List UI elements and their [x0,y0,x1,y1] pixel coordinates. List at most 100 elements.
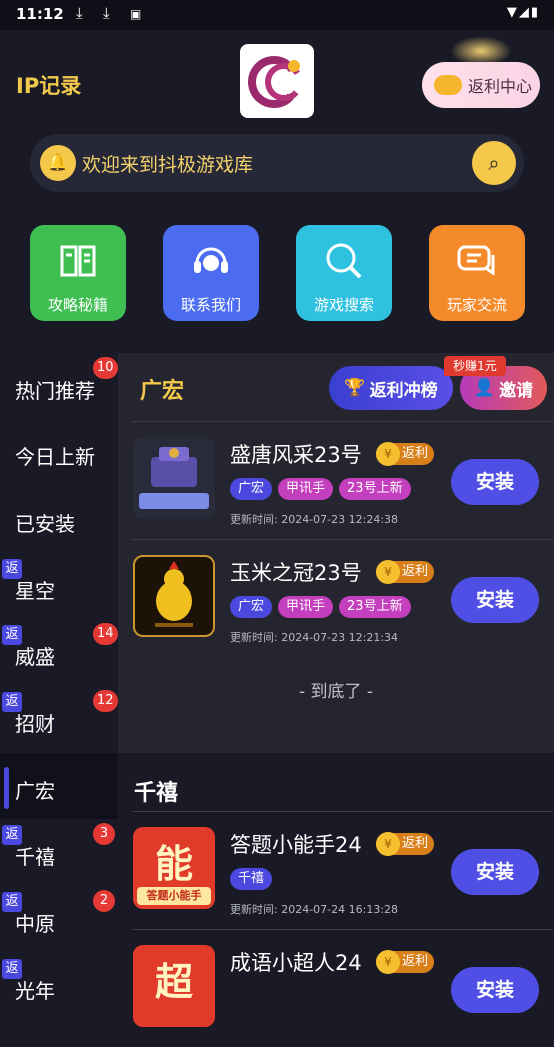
quick-action-label: 游戏搜索 [313,296,374,314]
trophy-icon: 🏆 [344,378,366,398]
app-logo [240,44,314,118]
update-time: 更新时间: 2024-07-24 16:13:28 [230,903,399,916]
rebate-label: ¥ 返利 [376,560,435,584]
game-list-panel: 广宏 🏆 返利冲榜 👤 邀请 秒赚1元 盛唐风采23号 ¥ 返利 广宏 甲讯手 … [118,353,554,1027]
search-bar[interactable]: 🔔 欢迎来到抖极游戏库 ⌕ [30,134,524,192]
ip-record-link[interactable]: IP记录 [16,70,81,100]
section-qianxi: 千禧 能 答题小能手 答题小能手24 ¥ 返利 千禧 更新时间: 2024-07… [118,753,554,1027]
coin-icon [434,75,462,95]
tag: 甲讯手 [278,596,334,618]
count-badge: 2 [93,890,115,912]
game-name: 盛唐风采23号 [230,443,362,467]
count-badge: 12 [93,690,118,712]
tag: 千禧 [230,868,273,890]
sidebar-item-guangnian[interactable]: 返 光年 [0,953,118,1019]
sidebar-item-guanghong[interactable]: 广宏 [0,753,118,819]
install-button[interactable]: 安装 [451,967,539,1013]
rebate-label: ¥ 返利 [376,832,435,856]
tag: 23号上新 [339,596,411,618]
sidebar-item-hot[interactable]: 热门推荐 10 [0,353,118,419]
yen-icon: ¥ [376,832,400,856]
add-user-icon: 👤 [473,378,496,398]
quick-action-guide[interactable]: 攻略秘籍 [30,225,126,321]
count-badge: 14 [93,623,118,645]
icon-caption: 答题小能手 [137,887,211,905]
status-bar: 11:12 ⤓ ⤓ ▣ ▼◢▮ [0,0,554,30]
logo-icon [248,56,303,108]
sidebar-item-label: 广宏 [15,779,55,803]
sidebar-item-xingkong[interactable]: 返 星空 [0,553,118,619]
active-indicator [4,767,9,809]
count-badge: 10 [93,357,118,379]
sidebar-item-label: 千禧 [15,845,55,869]
sidebar-item-new-today[interactable]: 今日上新 [0,419,118,485]
end-of-list-text: - 到底了 - [298,682,374,702]
rebate-label: ¥ 返利 [376,442,435,466]
game-name: 成语小超人24 [230,951,362,975]
sidebar-item-label: 光年 [15,979,55,1003]
game-name: 玉米之冠23号 [230,561,362,585]
count-badge: 3 [93,823,115,845]
chat-icon [455,239,499,283]
install-button[interactable]: 安装 [451,459,539,505]
earn-tag: 秒赚1元 [444,356,506,376]
section-title: 千禧 [134,781,179,806]
sidebar-item-label: 招财 [15,712,55,736]
tag-list: 千禧 [230,868,273,890]
game-icon-chengyu: 超 [133,945,215,1027]
search-icon [322,239,366,283]
header: IP记录 返利中心 [0,30,554,130]
sidebar-item-weisheng[interactable]: 返 威盛 14 [0,619,118,685]
quick-action-search[interactable]: 游戏搜索 [296,225,392,321]
icon-glyph: 能 [154,842,193,886]
install-button[interactable]: 安装 [451,577,539,623]
rebate-text: 返利 [402,836,429,851]
headset-icon [189,239,233,283]
game-card[interactable]: 玉米之冠23号 ¥ 返利 广宏 甲讯手 23号上新 更新时间: 2024-07-… [118,539,554,657]
quick-action-label: 攻略秘籍 [47,296,108,314]
sidebar-item-label: 威盛 [15,645,55,669]
section-title: 广宏 [140,379,185,404]
quick-action-label: 玩家交流 [446,296,507,314]
download-icon: ⤓ [103,4,110,22]
install-button[interactable]: 安装 [451,849,539,895]
bell-icon: 🔔 [40,145,76,181]
sidebar-item-zhaocai[interactable]: 返 招财 12 [0,686,118,752]
quick-action-contact[interactable]: 联系我们 [163,225,259,321]
rebate-text: 返利 [402,446,429,461]
game-icon-dati: 能 答题小能手 [133,827,215,909]
status-time: 11:12 [16,5,64,23]
invite-label: 邀请 [499,380,534,401]
sidebar-item-qianxi[interactable]: 返 千禧 3 [0,819,118,885]
search-button[interactable]: ⌕ [472,141,516,185]
sidebar-item-label: 已安装 [15,512,75,536]
category-sidebar: 热门推荐 10 今日上新 已安装 返 星空 返 威盛 14 返 招财 12 广宏… [0,353,118,1003]
game-card[interactable]: 盛唐风采23号 ¥ 返利 广宏 甲讯手 23号上新 更新时间: 2024-07-… [118,421,554,539]
rebate-center-label: 返利中心 [468,77,533,96]
tag-list: 广宏 甲讯手 23号上新 [230,596,411,618]
sidebar-item-installed[interactable]: 已安装 [0,486,118,552]
book-icon [56,239,100,283]
rebate-label: ¥ 返利 [376,950,435,974]
rebate-text: 返利 [402,954,429,969]
game-card[interactable]: 超 成语小超人24 ¥ 返利 安装 [118,929,554,1047]
tag: 甲讯手 [278,478,334,500]
game-icon-yumi [133,555,215,637]
update-time: 更新时间: 2024-07-23 12:24:38 [230,513,399,526]
rebate-rank-label: 返利冲榜 [369,380,438,401]
sidebar-item-label: 中原 [15,912,55,936]
rebate-center-button[interactable]: 返利中心 [422,62,540,108]
icon-glyph: 超 [154,960,193,1004]
sidebar-item-label: 今日上新 [15,445,95,469]
sidebar-item-label: 热门推荐 [15,379,95,403]
rebate-rank-button[interactable]: 🏆 返利冲榜 [329,366,453,410]
tag: 23号上新 [339,478,411,500]
quick-action-chat[interactable]: 玩家交流 [429,225,525,321]
yen-icon: ¥ [376,442,400,466]
sidebar-item-zhongyuan[interactable]: 返 中原 2 [0,886,118,952]
signal-battery-icons: ▼◢▮ [506,5,540,20]
game-card[interactable]: 能 答题小能手 答题小能手24 ¥ 返利 千禧 更新时间: 2024-07-24… [118,811,554,929]
notification-icon: ▣ [130,7,142,21]
rebate-text: 返利 [402,564,429,579]
tag-list: 广宏 甲讯手 23号上新 [230,478,411,500]
